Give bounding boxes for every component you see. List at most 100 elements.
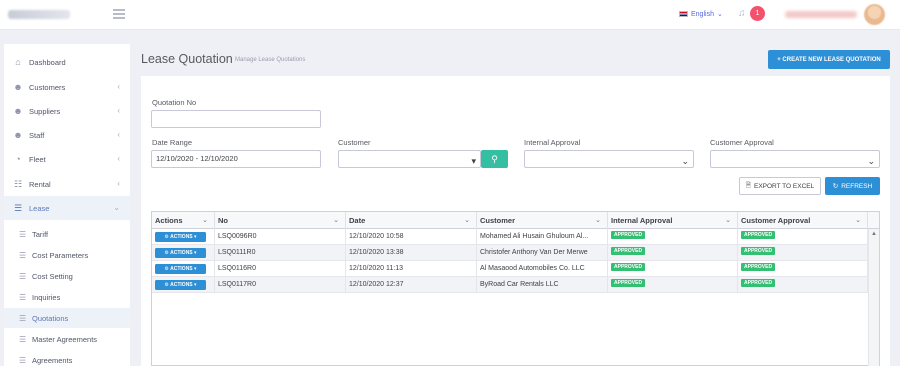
chevron-down-icon: ⌄ <box>725 217 731 224</box>
status-badge: APPROVED <box>741 279 776 287</box>
status-badge: APPROVED <box>611 263 646 271</box>
table-row[interactable]: ⚙ ACTIONS ▾ LSQ0111R0 12/10/2020 13:38 C… <box>152 245 868 261</box>
sidebar-item-dashboard[interactable]: ⌂ Dashboard <box>4 50 130 74</box>
sidebar-item-label: Fleet <box>29 154 46 164</box>
sidebar-sub-agreements[interactable]: ☰ Agreements <box>4 350 130 366</box>
export-label: EXPORT TO EXCEL <box>754 182 815 190</box>
date-range-value: 12/10/2020 - 12/10/2020 <box>156 154 238 163</box>
cell-no: LSQ0117R0 <box>215 277 346 293</box>
sidebar-item-rental[interactable]: ☷ Rental ‹ <box>4 172 130 196</box>
cell-actions: ⚙ ACTIONS ▾ <box>152 245 215 261</box>
file-icon: 🗎 <box>745 181 751 189</box>
layers-icon: ☰ <box>19 271 27 281</box>
notification-badge[interactable]: 1 <box>750 6 765 21</box>
actions-button[interactable]: ⚙ ACTIONS ▾ <box>155 232 206 242</box>
status-badge: APPROVED <box>611 279 646 287</box>
user-name[interactable] <box>785 11 857 18</box>
layers-icon: ☰ <box>19 313 27 323</box>
sidebar-item-label: Lease <box>29 203 50 213</box>
cell-no: LSQ0116R0 <box>215 261 346 277</box>
sidebar-item-lease[interactable]: ☰ Lease ⌄ <box>4 196 130 220</box>
users-icon: ☻ <box>13 130 23 140</box>
chevron-down-icon: ⌄ <box>681 156 689 166</box>
avatar[interactable] <box>864 4 885 25</box>
page-title: Lease Quotation <box>141 52 233 66</box>
sidebar-sub-label: Cost Parameters <box>32 250 89 260</box>
column-header-no[interactable]: No ⌄ <box>215 212 346 229</box>
sidebar-item-label: Dashboard <box>29 57 66 67</box>
sidebar-item-label: Staff <box>29 130 45 140</box>
sidebar-sub-cost-setting[interactable]: ☰ Cost Setting <box>4 266 130 286</box>
cell-date: 12/10/2020 13:38 <box>346 245 477 261</box>
cell-customer-approval: APPROVED <box>738 229 868 245</box>
column-header-customer-approval[interactable]: Customer Approval ⌄ <box>738 212 868 229</box>
chevron-down-icon: ⌄ <box>202 217 208 224</box>
customer-approval-select[interactable]: ⌄ <box>710 150 880 168</box>
sidebar-sub-label: Master Agreements <box>32 334 98 344</box>
chevron-left-icon: ‹ <box>117 179 120 188</box>
table-row[interactable]: ⚙ ACTIONS ▾ LSQ0116R0 12/10/2020 11:13 A… <box>152 261 868 277</box>
bell-icon[interactable]: ♫ <box>738 8 748 19</box>
cell-date: 12/10/2020 11:13 <box>346 261 477 277</box>
customer-select[interactable]: ▾ <box>338 150 481 168</box>
cell-internal-approval: APPROVED <box>608 245 738 261</box>
column-header-date[interactable]: Date ⌄ <box>346 212 477 229</box>
sidebar-sub-cost-parameters[interactable]: ☰ Cost Parameters <box>4 245 130 265</box>
sidebar-sub-inquiries[interactable]: ☰ Inquiries <box>4 287 130 307</box>
status-badge: APPROVED <box>741 231 776 239</box>
sidebar-item-customers[interactable]: ☻ Customers ‹ <box>4 75 130 99</box>
menu-toggle-icon[interactable] <box>113 9 125 19</box>
date-range-input[interactable]: 12/10/2020 - 12/10/2020 <box>151 150 321 168</box>
layers-icon: ☰ <box>19 229 27 239</box>
chevron-left-icon: ‹ <box>117 106 120 115</box>
sidebar-sub-master-agreements[interactable]: ☰ Master Agreements <box>4 329 130 349</box>
search-icon: ⚲ <box>491 154 498 164</box>
sidebar-sub-tariff[interactable]: ☰ Tariff <box>4 224 130 244</box>
create-lease-quotation-button[interactable]: + CREATE NEW LEASE QUOTATION <box>768 50 890 69</box>
internal-approval-select[interactable]: ⌄ <box>524 150 694 168</box>
uk-flag-icon <box>679 11 688 17</box>
customer-approval-label: Customer Approval <box>710 138 774 147</box>
sidebar-sub-label: Tariff <box>32 229 49 239</box>
status-badge: APPROVED <box>741 247 776 255</box>
column-label: No <box>218 216 228 225</box>
cell-actions: ⚙ ACTIONS ▾ <box>152 229 215 245</box>
actions-button[interactable]: ⚙ ACTIONS ▾ <box>155 248 206 258</box>
chevron-down-icon: ⌄ <box>716 11 723 18</box>
export-to-excel-button[interactable]: 🗎 EXPORT TO EXCEL <box>739 177 821 195</box>
table-row[interactable]: ⚙ ACTIONS ▾ LSQ0096R0 12/10/2020 10:58 M… <box>152 229 868 245</box>
sidebar-sub-label: Cost Setting <box>32 271 73 281</box>
sidebar-sub-label: Quotations <box>32 313 69 323</box>
sidebar: ⌂ Dashboard ☻ Customers ‹ ☻ Suppliers ‹ … <box>4 44 130 366</box>
column-header-actions[interactable]: Actions ⌄ <box>152 212 215 229</box>
column-label: Date <box>349 216 366 225</box>
users-icon: ☻ <box>13 82 23 92</box>
grid-vertical-scrollbar[interactable]: ▲ <box>868 229 879 366</box>
status-badge: APPROVED <box>611 231 646 239</box>
gauge-icon: ◔ <box>15 154 21 164</box>
language-selector[interactable]: English ⌄ <box>679 10 723 18</box>
column-header-customer[interactable]: Customer ⌄ <box>477 212 608 229</box>
sidebar-item-fleet[interactable]: ◔ Fleet ‹ <box>4 147 130 171</box>
sidebar-sub-quotations[interactable]: ☰ Quotations <box>4 308 130 328</box>
app-logo[interactable] <box>8 10 70 19</box>
table-row[interactable]: ⚙ ACTIONS ▾ LSQ0117R0 12/10/2020 12:37 B… <box>152 277 868 293</box>
refresh-button[interactable]: ↻ REFRESH <box>825 177 880 195</box>
actions-button[interactable]: ⚙ ACTIONS ▾ <box>155 280 206 290</box>
actions-button[interactable]: ⚙ ACTIONS ▾ <box>155 264 206 274</box>
quotation-no-input[interactable] <box>151 110 321 128</box>
column-header-internal-approval[interactable]: Internal Approval ⌄ <box>608 212 738 229</box>
refresh-label: REFRESH <box>841 182 873 190</box>
sidebar-item-staff[interactable]: ☻ Staff ‹ <box>4 123 130 147</box>
chevron-down-icon: ⌄ <box>855 217 861 224</box>
sidebar-item-label: Rental <box>29 179 51 189</box>
column-label: Customer Approval <box>741 216 811 225</box>
scroll-up-icon[interactable]: ▲ <box>871 231 877 237</box>
chevron-down-icon: ⌄ <box>464 217 470 224</box>
users-icon: ☻ <box>13 106 23 116</box>
layers-icon: ☰ <box>19 250 27 260</box>
cell-customer-approval: APPROVED <box>738 261 868 277</box>
chevron-down-icon: ⌄ <box>867 156 875 166</box>
sidebar-item-suppliers[interactable]: ☻ Suppliers ‹ <box>4 99 130 123</box>
search-button[interactable]: ⚲ <box>481 150 508 168</box>
